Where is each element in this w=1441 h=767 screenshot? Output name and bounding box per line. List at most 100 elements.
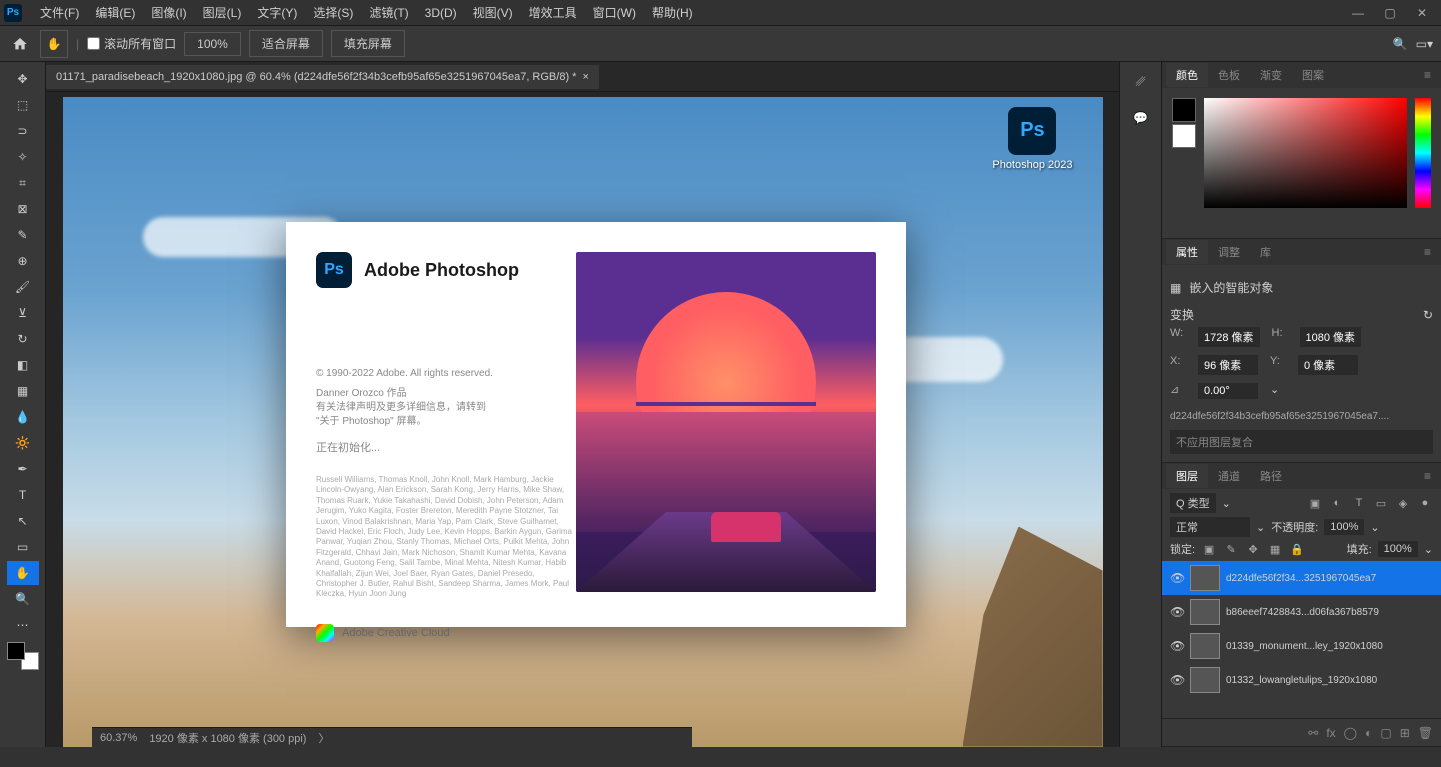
blend-dropdown-icon[interactable]: ⌄ (1256, 521, 1265, 534)
layer-row[interactable]: 👁 01332_lowangletulips_1920x1080 (1162, 663, 1441, 697)
menu-image[interactable]: 图像(I) (143, 0, 194, 25)
home-icon[interactable] (8, 32, 32, 56)
menu-window[interactable]: 窗口(W) (585, 0, 644, 25)
fill-screen-button[interactable]: 填充屏幕 (331, 30, 405, 57)
filter-smart-icon[interactable]: ◈ (1395, 495, 1411, 511)
type-tool[interactable]: T (7, 483, 39, 507)
panel-menu-icon[interactable]: ≡ (1418, 469, 1437, 483)
move-tool[interactable]: ✥ (7, 67, 39, 91)
zoom-tool[interactable]: 🔍 (7, 587, 39, 611)
menu-help[interactable]: 帮助(H) (644, 0, 701, 25)
filter-pixel-icon[interactable]: ▣ (1307, 495, 1323, 511)
filter-type-icon[interactable]: T (1351, 495, 1367, 511)
libraries-tab[interactable]: 库 (1250, 240, 1281, 264)
gradients-tab[interactable]: 渐变 (1250, 63, 1292, 87)
layer-kind-filter[interactable]: Q 类型 (1170, 493, 1216, 513)
crop-tool[interactable]: ⌗ (7, 171, 39, 195)
layer-thumbnail[interactable] (1190, 565, 1220, 591)
lock-paint-icon[interactable]: ✎ (1223, 541, 1239, 557)
visibility-icon[interactable]: 👁 (1170, 639, 1184, 653)
menu-select[interactable]: 选择(S) (305, 0, 361, 25)
blend-mode-select[interactable]: 正常 (1170, 517, 1250, 537)
color-field[interactable] (1204, 98, 1407, 208)
visibility-icon[interactable]: 👁 (1170, 571, 1184, 585)
menu-filter[interactable]: 滤镜(T) (361, 0, 416, 25)
y-value[interactable]: 0 像素 (1298, 355, 1358, 375)
dodge-tool[interactable]: 🔆 (7, 431, 39, 455)
lock-position-icon[interactable]: ✥ (1245, 541, 1261, 557)
hand-tool[interactable]: ✋ (7, 561, 39, 585)
hand-tool-icon[interactable]: ✋ (40, 30, 68, 58)
comments-icon[interactable]: 💬 (1129, 106, 1153, 130)
rectangle-tool[interactable]: ▭ (7, 535, 39, 559)
fit-screen-button[interactable]: 适合屏幕 (249, 30, 323, 57)
panel-menu-icon[interactable]: ≡ (1418, 68, 1437, 82)
layer-thumbnail[interactable] (1190, 599, 1220, 625)
menu-edit[interactable]: 编辑(E) (87, 0, 143, 25)
quick-select-tool[interactable]: ✧ (7, 145, 39, 169)
height-value[interactable]: 1080 像素 (1300, 327, 1362, 347)
path-select-tool[interactable]: ↖ (7, 509, 39, 533)
channels-tab[interactable]: 通道 (1208, 464, 1250, 488)
minimize-button[interactable]: — (1343, 3, 1373, 23)
close-button[interactable]: ✕ (1407, 3, 1437, 23)
gradient-tool[interactable]: ▦ (7, 379, 39, 403)
blur-tool[interactable]: 💧 (7, 405, 39, 429)
filter-toggle-icon[interactable]: ● (1417, 495, 1433, 511)
bg-swatch[interactable] (1172, 124, 1196, 148)
marquee-tool[interactable]: ⬚ (7, 93, 39, 117)
edit-toolbar[interactable]: ⋯ (7, 613, 39, 637)
properties-tab[interactable]: 属性 (1166, 240, 1208, 264)
lock-all-icon[interactable]: 🔒 (1289, 541, 1305, 557)
swatches-tab[interactable]: 色板 (1208, 63, 1250, 87)
x-value[interactable]: 96 像素 (1198, 355, 1258, 375)
status-zoom[interactable]: 60.37% (100, 732, 137, 744)
maximize-button[interactable]: ▢ (1375, 3, 1405, 23)
libraries-icon[interactable]: ␥ (1129, 70, 1153, 94)
opacity-value[interactable]: 100% (1324, 519, 1364, 535)
group-icon[interactable]: ▢ (1380, 726, 1391, 740)
layer-row[interactable]: 👁 01339_monument...ley_1920x1080 (1162, 629, 1441, 663)
visibility-icon[interactable]: 👁 (1170, 673, 1184, 687)
layer-thumbnail[interactable] (1190, 667, 1220, 693)
layers-tab[interactable]: 图层 (1166, 464, 1208, 488)
frame-tool[interactable]: ⊠ (7, 197, 39, 221)
visibility-icon[interactable]: 👁 (1170, 605, 1184, 619)
fill-dropdown-icon[interactable]: ⌄ (1424, 543, 1433, 556)
menu-file[interactable]: 文件(F) (32, 0, 87, 25)
layer-thumbnail[interactable] (1190, 633, 1220, 659)
clone-tool[interactable]: ⊻ (7, 301, 39, 325)
new-layer-icon[interactable]: ⊞ (1400, 726, 1410, 740)
panel-menu-icon[interactable]: ≡ (1418, 245, 1437, 259)
angle-dropdown[interactable]: ⌄ (1270, 383, 1279, 399)
layer-row[interactable]: 👁 b86eeef7428843...d06fa367b8579 (1162, 595, 1441, 629)
fx-icon[interactable]: fx (1326, 726, 1335, 740)
menu-view[interactable]: 视图(V) (465, 0, 521, 25)
search-icon[interactable]: 🔍 (1393, 37, 1408, 51)
healing-tool[interactable]: ⊕ (7, 249, 39, 273)
close-tab-icon[interactable]: × (582, 71, 588, 83)
adjustment-icon[interactable]: ◐ (1365, 726, 1372, 740)
zoom-100-button[interactable]: 100% (184, 32, 241, 56)
fill-value[interactable]: 100% (1378, 541, 1418, 557)
hue-slider[interactable] (1415, 98, 1431, 208)
workspace-icon[interactable]: ▭▾ (1416, 37, 1433, 51)
fg-swatch[interactable] (1172, 98, 1196, 122)
desktop-shortcut[interactable]: Ps Photoshop 2023 (992, 107, 1072, 171)
paths-tab[interactable]: 路径 (1250, 464, 1292, 488)
foreground-color[interactable] (7, 642, 25, 660)
lasso-tool[interactable]: ⊃ (7, 119, 39, 143)
adjustments-tab[interactable]: 调整 (1208, 240, 1250, 264)
opacity-dropdown-icon[interactable]: ⌄ (1370, 521, 1379, 534)
lock-pixels-icon[interactable]: ▣ (1201, 541, 1217, 557)
menu-type[interactable]: 文字(Y) (249, 0, 305, 25)
layer-row[interactable]: 👁 d224dfe56f2f34...3251967045ea7 (1162, 561, 1441, 595)
filter-adjust-icon[interactable]: ◐ (1329, 495, 1345, 511)
brush-tool[interactable]: 🖌 (7, 275, 39, 299)
mask-icon[interactable]: ◯ (1344, 726, 1357, 740)
angle-value[interactable]: 0.00° (1198, 383, 1258, 399)
menu-3d[interactable]: 3D(D) (417, 2, 465, 24)
layer-comp-select[interactable]: 不应用图层复合 (1170, 430, 1433, 454)
document-tab[interactable]: 01171_paradisebeach_1920x1080.jpg @ 60.4… (46, 65, 599, 89)
menu-plugins[interactable]: 增效工具 (521, 0, 585, 25)
